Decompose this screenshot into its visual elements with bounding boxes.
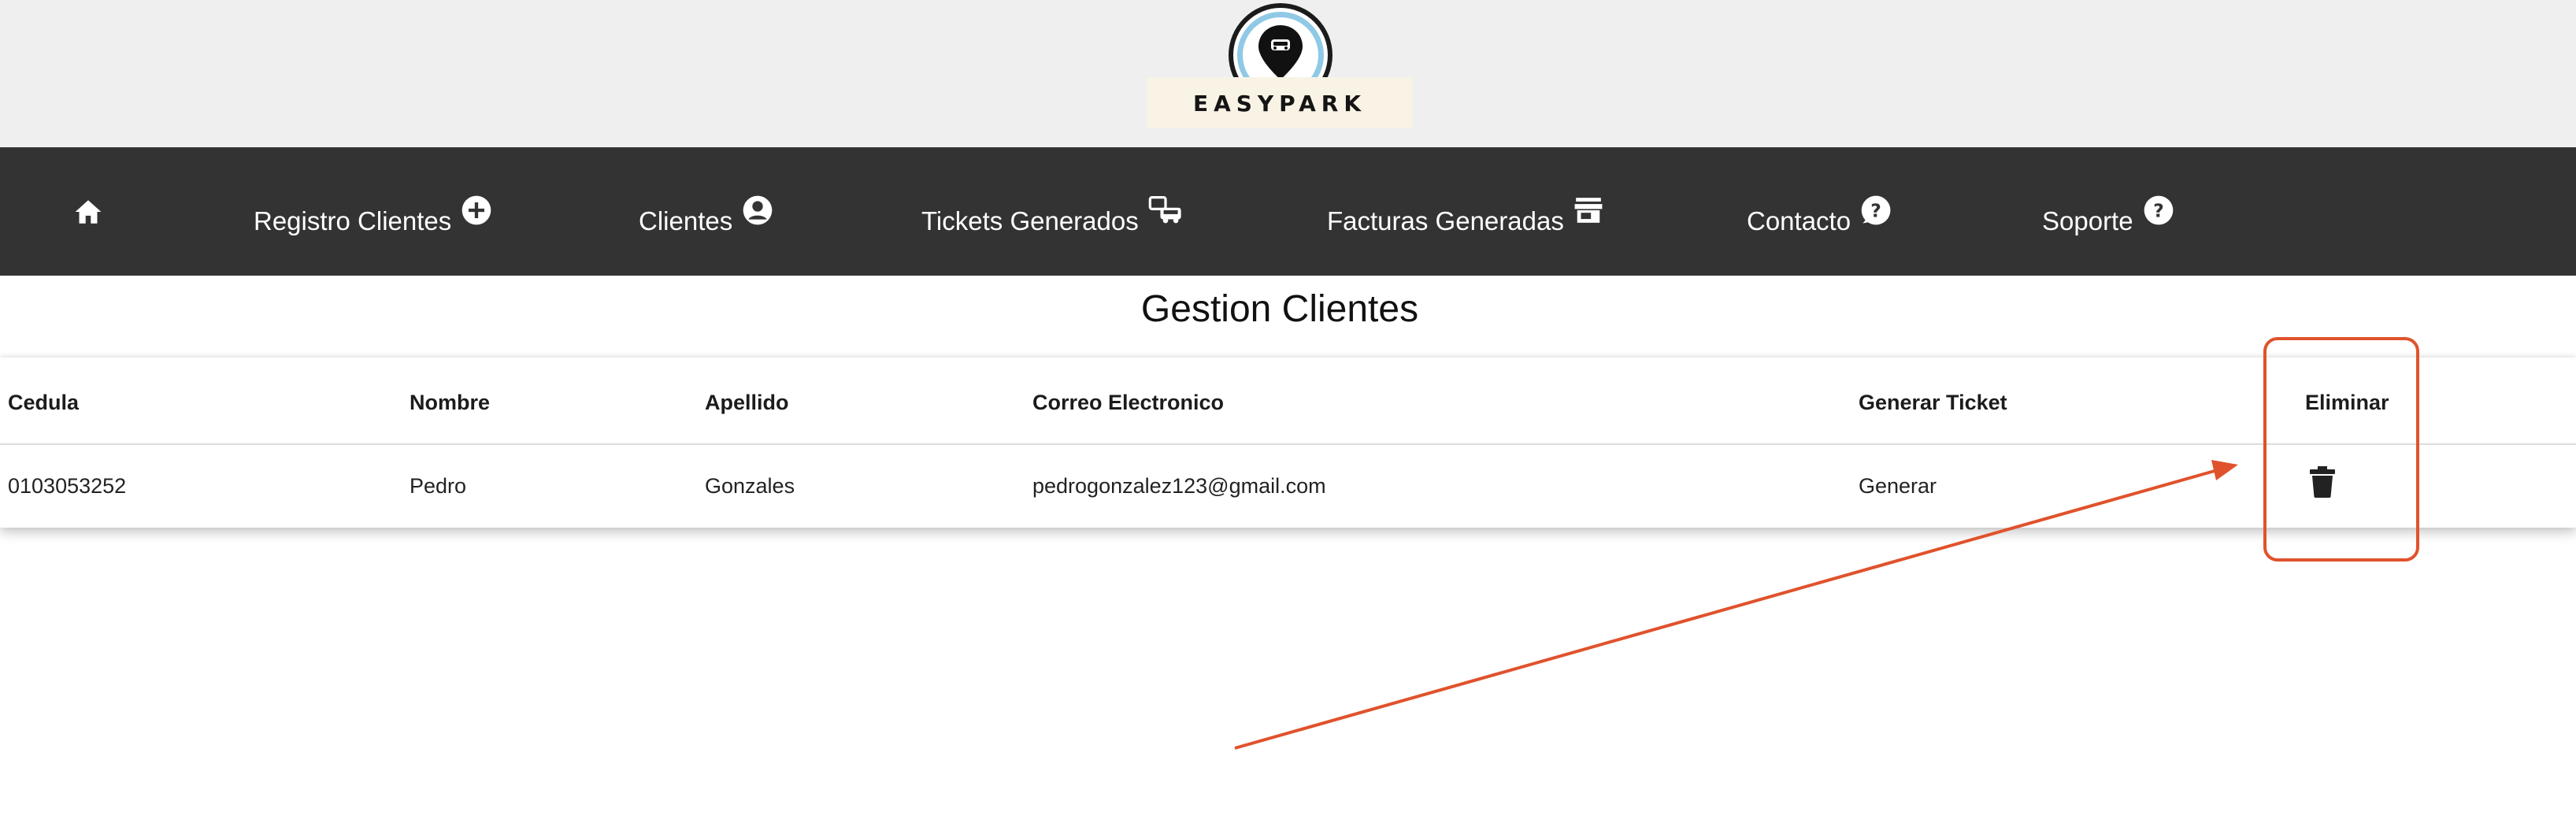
annotation-arrow xyxy=(1234,460,2238,750)
